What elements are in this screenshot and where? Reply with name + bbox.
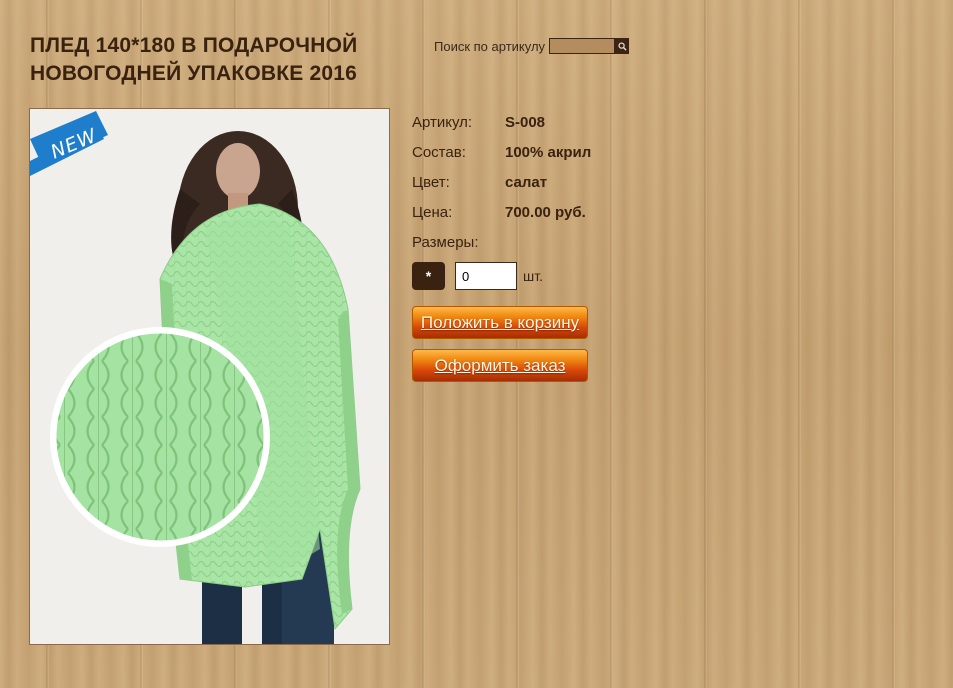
product-image[interactable]: NEW <box>29 108 390 645</box>
product-specs: Артикул: S-008 Состав: 100% акрил Цвет: … <box>412 107 591 257</box>
search-input[interactable] <box>549 38 616 54</box>
spec-value: салат <box>505 173 548 191</box>
quantity-row: * шт. <box>412 262 543 290</box>
spec-row-price: Цена: 700.00 руб. <box>412 197 591 227</box>
product-title: ПЛЕД 140*180 В ПОДАРОЧНОЙ НОВОГОДНЕЙ УПА… <box>30 34 358 85</box>
size-option-button[interactable]: * <box>412 262 445 290</box>
spec-label: Цена: <box>412 203 453 221</box>
spec-row-article: Артикул: S-008 <box>412 107 591 137</box>
spec-row-composition: Состав: 100% акрил <box>412 137 591 167</box>
price-value: 700.00 руб. <box>505 203 586 221</box>
quantity-unit: шт. <box>523 268 543 284</box>
search-icon <box>617 41 627 51</box>
spec-label: Размеры: <box>412 233 479 251</box>
spec-row-sizes: Размеры: <box>412 227 591 257</box>
spec-label: Артикул: <box>412 113 473 131</box>
spec-label: Состав: <box>412 143 466 161</box>
quantity-input[interactable] <box>455 262 517 290</box>
search-button[interactable] <box>615 38 630 54</box>
add-to-cart-button[interactable]: Положить в корзину <box>412 306 588 339</box>
search-label: Поиск по артикулу <box>434 38 546 54</box>
checkout-button[interactable]: Оформить заказ <box>412 349 588 382</box>
product-photo-illustration <box>50 131 361 644</box>
search-form: Поиск по артикулу <box>434 37 630 55</box>
spec-value: S-008 <box>505 113 546 131</box>
spec-label: Цвет: <box>412 173 450 191</box>
spec-value: 100% акрил <box>505 143 592 161</box>
spec-row-color: Цвет: салат <box>412 167 591 197</box>
